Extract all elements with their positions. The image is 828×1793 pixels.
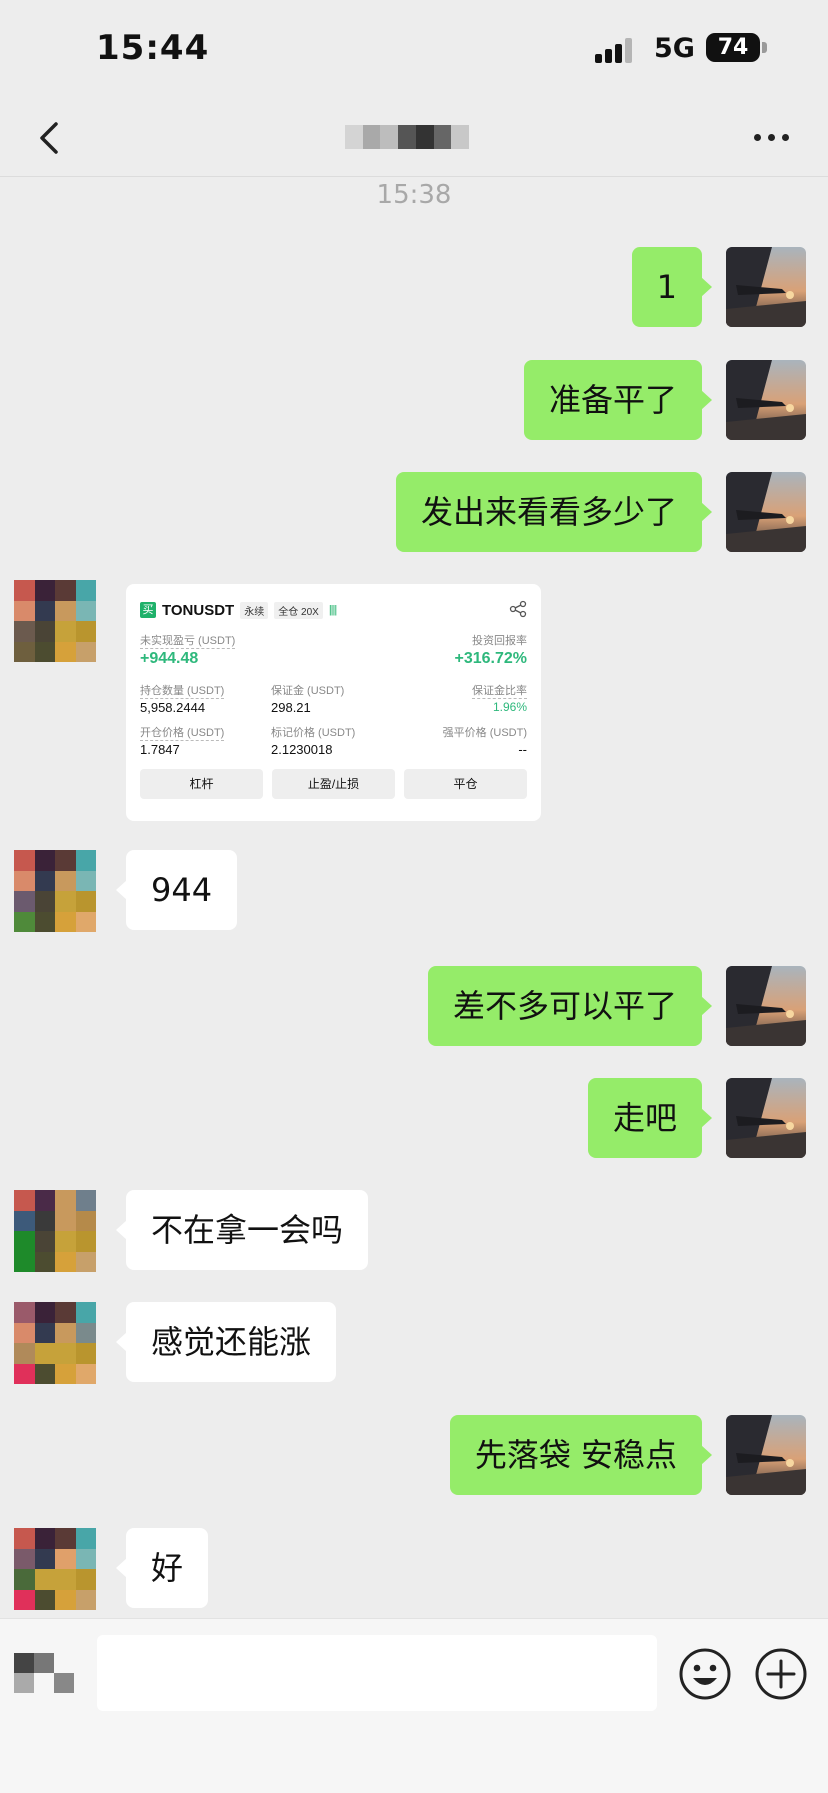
signal-icon <box>595 37 641 63</box>
chat-title-redacted <box>345 125 470 149</box>
message-bubble[interactable]: 944 <box>115 850 238 930</box>
unrealized-pnl-value: +944.48 <box>140 650 199 667</box>
position-qty-value: 5,958.2444 <box>140 700 206 715</box>
roi-value: +316.72% <box>454 650 527 667</box>
close-position-button[interactable]: 平仓 <box>404 769 527 799</box>
emoji-icon[interactable] <box>678 1647 732 1701</box>
avatar[interactable] <box>726 472 806 552</box>
message-bubble[interactable]: 先落袋 安稳点 <box>449 1415 713 1495</box>
avatar[interactable] <box>726 1415 806 1495</box>
mark-price-value: 2.1230018 <box>271 742 333 757</box>
avatar[interactable] <box>726 360 806 440</box>
trade-card-header: 买 TONUSDT 永续 全仓 20X |||| <box>140 600 338 620</box>
message-bubble[interactable]: 感觉还能涨 <box>115 1302 337 1382</box>
entry-price-value: 1.7847 <box>140 742 180 757</box>
trade-card[interactable]: 买 TONUSDT 永续 全仓 20X |||| 未实现盈亏 (USDT) +9… <box>126 584 541 821</box>
message-bubble[interactable]: 走吧 <box>587 1078 713 1158</box>
margin-ratio-label: 保证金比率 <box>472 682 527 699</box>
margin-label: 保证金 (USDT) <box>271 685 345 697</box>
avatar[interactable] <box>726 966 806 1046</box>
voice-icon[interactable] <box>14 1653 76 1695</box>
battery-icon: 74 <box>706 33 760 62</box>
back-icon[interactable] <box>32 118 72 158</box>
margin-ratio-value: 1.96% <box>492 700 527 714</box>
avatar[interactable] <box>14 1302 96 1384</box>
message-bubble[interactable]: 准备平了 <box>523 360 713 440</box>
entry-price-label: 开仓价格 (USDT) <box>140 724 225 741</box>
battery-level: 74 <box>717 35 749 60</box>
avatar[interactable] <box>14 1528 96 1610</box>
status-time: 15:44 <box>96 28 210 68</box>
share-icon[interactable] <box>509 600 527 618</box>
margin-mode-tag: 全仓 20X <box>274 601 323 619</box>
unrealized-pnl-label: 未实现盈亏 (USDT) <box>140 632 236 649</box>
message-bubble[interactable]: 1 <box>631 247 713 327</box>
leverage-button[interactable]: 杠杆 <box>140 769 263 799</box>
liq-price-value: -- <box>518 742 527 757</box>
avatar[interactable] <box>14 580 96 662</box>
nav-bar <box>0 100 828 177</box>
message-timestamp: 15:38 <box>376 180 452 210</box>
input-bar <box>0 1618 828 1793</box>
perpetual-tag: 永续 <box>240 601 269 619</box>
tp-sl-button[interactable]: 止盈/止损 <box>272 769 395 799</box>
network-type: 5G <box>654 33 695 64</box>
roi-label: 投资回报率 <box>472 635 527 647</box>
margin-value: 298.21 <box>271 700 311 715</box>
liq-price-label: 强平价格 (USDT) <box>442 727 527 739</box>
message-bubble[interactable]: 好 <box>115 1528 209 1608</box>
mark-price-label: 标记价格 (USDT) <box>271 727 356 739</box>
trade-symbol: TONUSDT <box>162 601 235 619</box>
avatar[interactable] <box>14 850 96 932</box>
avatar[interactable] <box>726 247 806 327</box>
more-icon[interactable] <box>752 132 792 144</box>
message-input[interactable] <box>97 1635 657 1711</box>
plus-icon[interactable] <box>754 1647 808 1701</box>
message-bubble[interactable]: 不在拿一会吗 <box>115 1190 369 1270</box>
avatar[interactable] <box>14 1190 96 1272</box>
message-bubble[interactable]: 差不多可以平了 <box>427 966 713 1046</box>
avatar[interactable] <box>726 1078 806 1158</box>
position-qty-label: 持仓数量 (USDT) <box>140 682 225 699</box>
exchange-logo: 买 <box>140 602 156 618</box>
battery-tip <box>762 42 767 53</box>
message-bubble[interactable]: 发出来看看多少了 <box>395 472 713 552</box>
level-bars-icon: |||| <box>328 604 338 616</box>
status-bar: 15:44 5G 74 <box>0 0 828 100</box>
